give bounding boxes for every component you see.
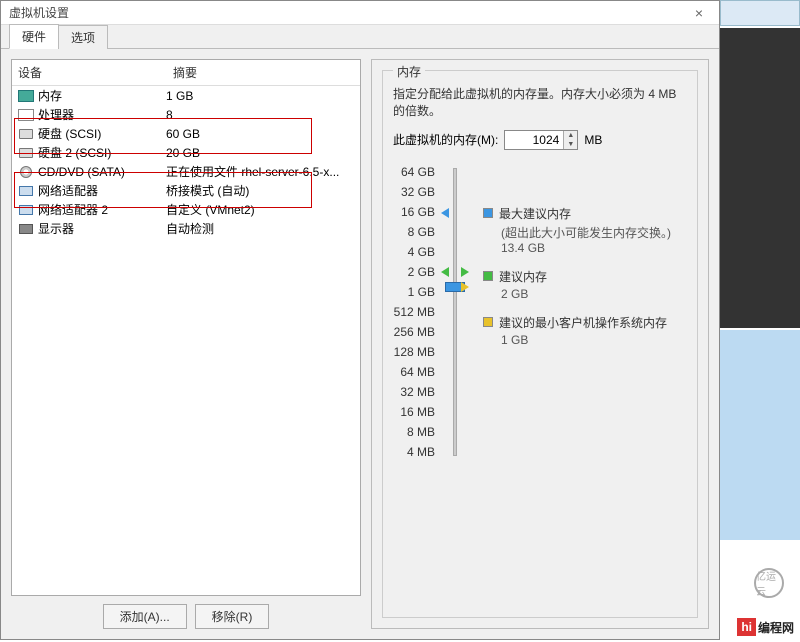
device-name: 处理器 — [36, 106, 166, 123]
remove-button[interactable]: 移除(R) — [195, 604, 270, 629]
device-row[interactable]: 显示器 自动检测 — [12, 219, 360, 238]
slider-tick: 64 GB — [393, 162, 439, 182]
watermark-circle: 亿运云 — [754, 568, 784, 598]
device-name: 硬盘 2 (SCSI) — [36, 144, 166, 161]
vm-settings-dialog: 虚拟机设置 × 硬件 选项 设备 摘要 内存 1 GB 处理器 8 硬盘 (SC… — [0, 0, 720, 640]
slider-tick: 128 MB — [393, 342, 439, 362]
hdd-icon — [19, 129, 33, 139]
device-row[interactable]: 硬盘 (SCSI) 60 GB — [12, 124, 360, 143]
slider-tick: 4 MB — [393, 442, 439, 462]
memory-input-label: 此虚拟机的内存(M): — [393, 131, 498, 148]
device-summary: 自动检测 — [166, 220, 356, 237]
device-summary: 1 GB — [166, 89, 356, 103]
slider-tick: 64 MB — [393, 362, 439, 382]
marker-rec-icon — [441, 267, 449, 277]
device-row[interactable]: 网络适配器 2 自定义 (VMnet2) — [12, 200, 360, 219]
tab-options[interactable]: 选项 — [58, 25, 108, 49]
slider-tick: 512 MB — [393, 302, 439, 322]
slider-tick: 16 GB — [393, 202, 439, 222]
slider-track[interactable] — [453, 168, 457, 456]
slider-tick: 32 GB — [393, 182, 439, 202]
memory-input[interactable] — [505, 131, 563, 149]
legend-max-swatch — [483, 208, 493, 218]
device-summary: 20 GB — [166, 146, 356, 160]
background-strip: 亿运云 hi编程网 — [720, 0, 800, 641]
device-name: 显示器 — [36, 220, 166, 237]
slider-tick: 8 MB — [393, 422, 439, 442]
legend-min-swatch — [483, 317, 493, 327]
memory-groupbox: 内存 指定分配给此虚拟机的内存量。内存大小必须为 4 MB 的倍数。 此虚拟机的… — [382, 70, 698, 618]
cd-icon — [20, 166, 32, 178]
net-icon — [19, 186, 33, 196]
device-summary: 正在使用文件 rhel-server-6.5-x... — [166, 163, 356, 180]
close-icon[interactable]: × — [679, 1, 719, 25]
slider-tick: 4 GB — [393, 242, 439, 262]
cpu-icon — [18, 109, 34, 121]
device-name: 网络适配器 — [36, 182, 166, 199]
device-summary: 自定义 (VMnet2) — [166, 201, 356, 218]
marker-min-icon — [461, 282, 469, 292]
memory-unit: MB — [584, 133, 602, 147]
device-name: 内存 — [36, 87, 166, 104]
slider-tick: 32 MB — [393, 382, 439, 402]
window-title: 虚拟机设置 — [9, 4, 69, 21]
memory-spinner[interactable]: ▲▼ — [504, 130, 578, 150]
device-name: 硬盘 (SCSI) — [36, 125, 166, 142]
brand-logo: hi编程网 — [737, 618, 794, 636]
device-summary: 桥接模式 (自动) — [166, 182, 356, 199]
device-summary: 60 GB — [166, 127, 356, 141]
device-name: 网络适配器 2 — [36, 201, 166, 218]
tabstrip: 硬件 选项 — [1, 25, 719, 49]
net-icon — [19, 205, 33, 215]
device-row[interactable]: CD/DVD (SATA) 正在使用文件 rhel-server-6.5-x..… — [12, 162, 360, 181]
slider-tick: 256 MB — [393, 322, 439, 342]
tab-hardware[interactable]: 硬件 — [9, 24, 59, 49]
col-device: 设备 — [12, 60, 167, 85]
hdd-icon — [19, 148, 33, 158]
device-row[interactable]: 网络适配器 桥接模式 (自动) — [12, 181, 360, 200]
marker-rec-right-icon — [461, 267, 469, 277]
device-row[interactable]: 内存 1 GB — [12, 86, 360, 105]
legend-rec-title: 建议内存 — [499, 269, 547, 285]
marker-max-icon — [441, 208, 449, 218]
memory-description: 指定分配给此虚拟机的内存量。内存大小必须为 4 MB 的倍数。 — [393, 86, 687, 120]
col-summary: 摘要 — [167, 60, 360, 85]
legend-min-val: 1 GB — [501, 333, 673, 347]
device-list-header: 设备 摘要 — [12, 60, 360, 86]
spin-up-icon[interactable]: ▲ — [564, 131, 577, 140]
memory-legend: 最大建议内存 (超出此大小可能发生内存交换。) 13.4 GB 建议内存 2 G… — [483, 162, 673, 348]
add-button[interactable]: 添加(A)... — [103, 604, 187, 629]
legend-rec-swatch — [483, 271, 493, 281]
legend-max-val: 13.4 GB — [501, 241, 673, 255]
titlebar: 虚拟机设置 × — [1, 1, 719, 25]
memory-slider[interactable]: 64 GB32 GB16 GB8 GB4 GB2 GB1 GB512 MB256… — [393, 162, 687, 462]
slider-tick: 1 GB — [393, 282, 439, 302]
device-row[interactable]: 处理器 8 — [12, 105, 360, 124]
disp-icon — [19, 224, 33, 234]
legend-rec-val: 2 GB — [501, 287, 673, 301]
legend-min-title: 建议的最小客户机操作系统内存 — [499, 315, 667, 331]
legend-max-title: 最大建议内存 — [499, 206, 571, 222]
device-summary: 8 — [166, 108, 356, 122]
legend-max-sub: (超出此大小可能发生内存交换。) — [501, 224, 673, 241]
spin-down-icon[interactable]: ▼ — [564, 140, 577, 149]
device-list[interactable]: 设备 摘要 内存 1 GB 处理器 8 硬盘 (SCSI) 60 GB 硬盘 2… — [11, 59, 361, 596]
slider-tick: 2 GB — [393, 262, 439, 282]
slider-tick: 8 GB — [393, 222, 439, 242]
memory-group-label: 内存 — [393, 63, 425, 80]
device-name: CD/DVD (SATA) — [36, 165, 166, 179]
mem-icon — [18, 90, 34, 102]
device-row[interactable]: 硬盘 2 (SCSI) 20 GB — [12, 143, 360, 162]
slider-tick: 16 MB — [393, 402, 439, 422]
